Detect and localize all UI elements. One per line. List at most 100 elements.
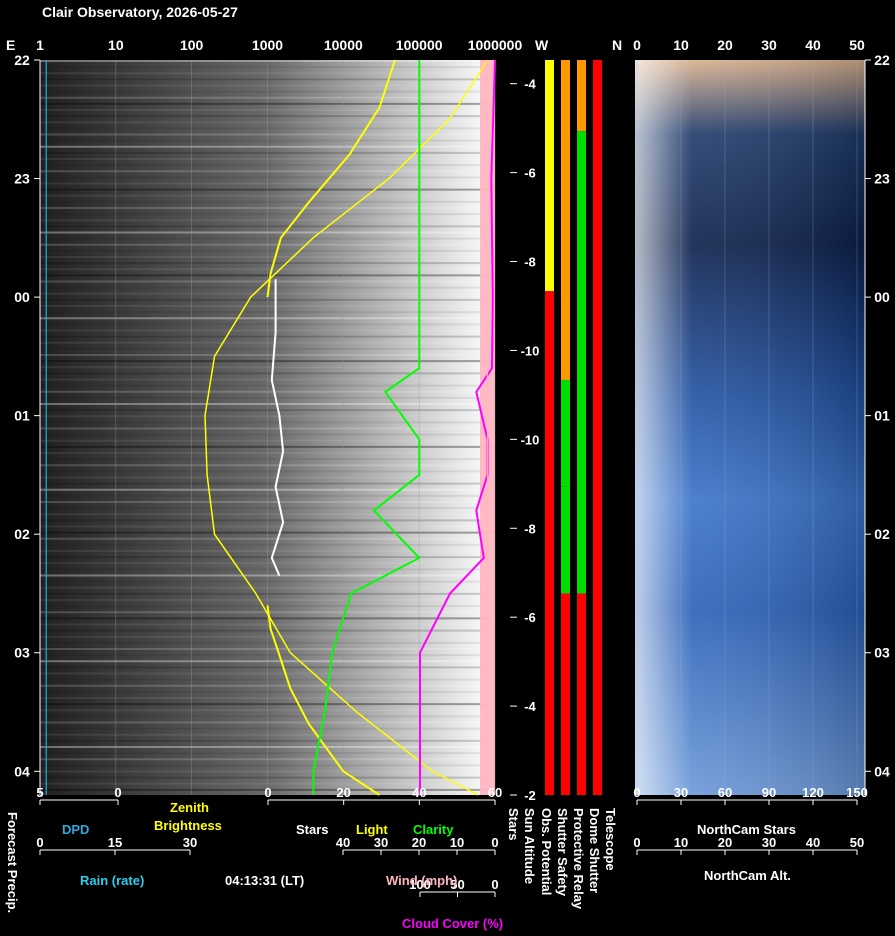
rain-axis-tick-label: 15 bbox=[108, 835, 122, 850]
time-label-right: 22 bbox=[874, 52, 890, 68]
top-axis-tick: 1000 bbox=[252, 37, 283, 53]
shutter-safety-label: Shutter Safety bbox=[555, 808, 570, 897]
stars-vertical-label: Stars bbox=[506, 808, 521, 841]
northcam-top-tick: 0 bbox=[633, 37, 641, 53]
stars-axis-tick-label: 40 bbox=[412, 785, 426, 800]
time-label-left: 02 bbox=[14, 526, 30, 542]
northcam-alt-label: NorthCam Alt. bbox=[704, 868, 791, 883]
time-label-left: 01 bbox=[14, 408, 30, 424]
dpd-axis-tick-label: 0 bbox=[114, 785, 121, 800]
northcam-stars-axis-tick-label: 30 bbox=[674, 785, 688, 800]
page-title: Clair Observatory, 2026-05-27 bbox=[42, 4, 238, 20]
top-axis-tick: 1000000 bbox=[468, 37, 523, 53]
clarity-label: Clarity bbox=[413, 822, 454, 837]
observatory-chart: 1 10 100 1000 10000 100000 1000000 0 10 20 30 40 502… bbox=[14, 37, 890, 897]
northcam-stars-axis-tick-label: 0 bbox=[633, 785, 640, 800]
sun-altitude-label: -4 bbox=[524, 77, 536, 92]
northcam-glow bbox=[635, 60, 865, 795]
time-label-left: 23 bbox=[14, 171, 30, 187]
dpd-axis-tick-label: 5 bbox=[36, 785, 43, 800]
wind-axis-tick-label: 0 bbox=[491, 835, 498, 850]
light-label: Light bbox=[356, 822, 388, 837]
northcam-alt-axis-tick-label: 30 bbox=[762, 835, 776, 850]
telescope-label: Telescope bbox=[603, 808, 618, 871]
northcam-stars-axis-tick-label: 150 bbox=[846, 785, 868, 800]
northcam-alt-axis-tick-label: 10 bbox=[674, 835, 688, 850]
northcam-stars-axis-tick-label: 120 bbox=[802, 785, 824, 800]
sun-altitude-label: -6 bbox=[524, 166, 536, 181]
stars-axis-tick-label: 0 bbox=[264, 785, 271, 800]
sun-altitude-label: -8 bbox=[524, 521, 536, 536]
top-axis-tick: 100000 bbox=[396, 37, 443, 53]
wind-axis-tick-label: 10 bbox=[450, 835, 464, 850]
stars-label: Stars bbox=[296, 822, 329, 837]
stars-axis-tick-label: 60 bbox=[488, 785, 502, 800]
sun-altitude-label: -10 bbox=[521, 343, 540, 358]
zenith-label-line1: Zenith bbox=[170, 800, 209, 815]
time-label-left: 22 bbox=[14, 52, 30, 68]
northcam-stars-label: NorthCam Stars bbox=[697, 822, 796, 837]
rain-label: Rain (rate) bbox=[80, 873, 145, 888]
top-axis-tick: 10 bbox=[108, 37, 124, 53]
wind-axis-tick-label: 40 bbox=[336, 835, 350, 850]
axis-label-w: W bbox=[535, 37, 549, 53]
time-label-right: 02 bbox=[874, 526, 890, 542]
status-bar-segment bbox=[561, 60, 570, 381]
wind-axis-tick-label: 30 bbox=[374, 835, 388, 850]
dpd-label: DPD bbox=[62, 822, 90, 837]
northcam-alt-axis-tick-label: 40 bbox=[806, 835, 820, 850]
time-label-right: 04 bbox=[874, 763, 890, 779]
obs-potential-label: Obs. Potential bbox=[539, 808, 554, 896]
axis-label-e: E bbox=[6, 37, 16, 53]
status-bar-segment bbox=[561, 486, 570, 594]
cloud-cover-label: Cloud Cover (%) bbox=[402, 916, 504, 931]
northcam-top-tick: 40 bbox=[805, 37, 821, 53]
northcam-stars-axis-tick-label: 60 bbox=[718, 785, 732, 800]
forecast-precip-label: Forecast Precip. bbox=[5, 812, 20, 914]
protective-relay-label: Protective Relay bbox=[571, 808, 586, 910]
wind-label: Wind (mph) bbox=[386, 873, 458, 888]
time-label-left: 00 bbox=[14, 289, 30, 305]
status-bar-segment bbox=[577, 131, 586, 594]
northcam-top-tick: 30 bbox=[761, 37, 777, 53]
northcam-top-tick: 10 bbox=[673, 37, 689, 53]
sun-altitude-label: -4 bbox=[524, 699, 536, 714]
stars-axis-tick-label: 20 bbox=[336, 785, 350, 800]
status-bar-segment bbox=[577, 593, 586, 795]
status-bar-segment bbox=[561, 380, 570, 487]
northcam-alt-axis-tick-label: 0 bbox=[633, 835, 640, 850]
time-label-right: 03 bbox=[874, 645, 890, 661]
rain-axis-tick-label: 30 bbox=[183, 835, 197, 850]
northcam-alt-axis-tick-label: 50 bbox=[850, 835, 864, 850]
time-readout: 04:13:31 (LT) bbox=[225, 873, 305, 888]
zenith-label-line2: Brightness bbox=[154, 818, 222, 833]
sun-altitude-label: -2 bbox=[524, 788, 536, 803]
status-bar-segment bbox=[545, 291, 554, 795]
top-axis-tick: 100 bbox=[180, 37, 204, 53]
sun-altitude-label: Sun Altitude bbox=[522, 808, 537, 885]
sun-altitude-label: -8 bbox=[524, 255, 536, 270]
status-bar-segment bbox=[545, 60, 554, 292]
sun-altitude-label: -6 bbox=[524, 610, 536, 625]
time-label-right: 00 bbox=[874, 289, 890, 305]
cloud-axis-tick-label: 0 bbox=[491, 877, 498, 892]
sun-altitude-label: -10 bbox=[521, 432, 540, 447]
dome-shutter-label: Dome Shutter bbox=[587, 808, 602, 894]
northcam-stars-axis-tick-label: 90 bbox=[762, 785, 776, 800]
time-label-right: 01 bbox=[874, 408, 890, 424]
status-bar-segment bbox=[561, 593, 570, 795]
status-bar-segment bbox=[593, 60, 602, 795]
top-axis-tick: 1 bbox=[36, 37, 44, 53]
wind-axis-tick-label: 20 bbox=[412, 835, 426, 850]
background-layer bbox=[40, 60, 865, 795]
axis-label-n: N bbox=[612, 37, 623, 53]
time-label-left: 03 bbox=[14, 645, 30, 661]
northcam-top-tick: 50 bbox=[849, 37, 865, 53]
northcam-alt-axis-tick-label: 20 bbox=[718, 835, 732, 850]
status-bar-segment bbox=[577, 60, 586, 132]
time-label-right: 23 bbox=[874, 171, 890, 187]
time-label-left: 04 bbox=[14, 763, 30, 779]
rain-axis-tick-label: 0 bbox=[36, 835, 43, 850]
top-axis-tick: 10000 bbox=[324, 37, 363, 53]
northcam-top-tick: 20 bbox=[717, 37, 733, 53]
